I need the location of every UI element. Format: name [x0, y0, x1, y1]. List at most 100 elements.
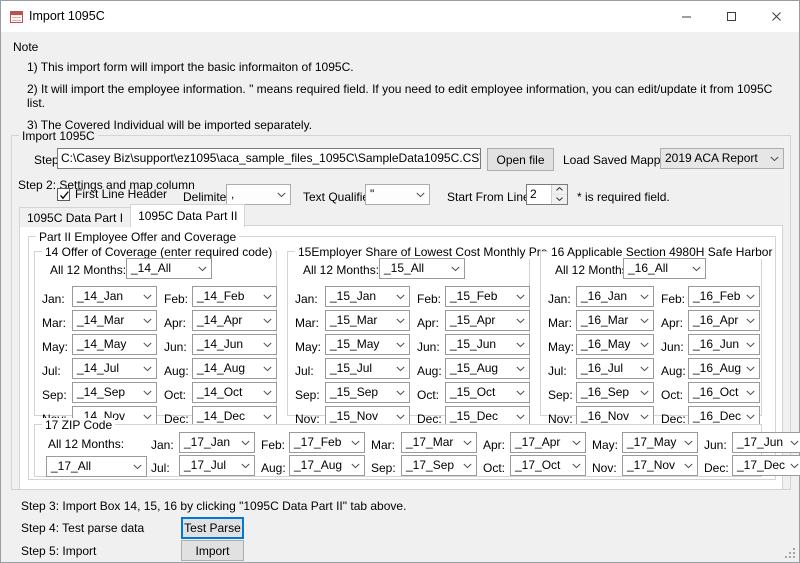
first-line-header-label: First Line Header — [75, 187, 167, 201]
start-from-line-stepper[interactable]: 2 — [526, 184, 568, 205]
group-14-select-jan[interactable]: _14_Jan — [72, 286, 157, 307]
group-16-select-mar[interactable]: _16_Mar — [576, 310, 654, 331]
zip-select-jan[interactable]: _17_Jan — [179, 432, 255, 453]
group-14-select-feb[interactable]: _14_Feb — [192, 286, 277, 307]
group-15-select-jan[interactable]: _15_Jan — [325, 286, 410, 307]
zip-select-aug[interactable]: _17_Aug — [289, 455, 365, 476]
group-16-select-feb[interactable]: _16_Feb — [688, 286, 760, 307]
group-16-select-aug[interactable]: _16_Aug — [688, 358, 760, 379]
group-15-value-sep: _15_Sep — [326, 383, 392, 402]
group-15-select-apr[interactable]: _15_Apr — [445, 310, 530, 331]
close-button[interactable] — [754, 1, 799, 32]
group-16-select-jun[interactable]: _16_Jun — [688, 334, 760, 355]
group-16-label-sep: Sep: — [548, 388, 573, 402]
load-saved-mapping-select[interactable]: 2019 ACA Report — [660, 148, 784, 169]
group-14-value-jun: _14_Jun — [193, 335, 259, 354]
chevron-down-icon — [392, 390, 409, 396]
chevron-down-icon — [459, 463, 476, 469]
stepper-up-icon[interactable] — [552, 185, 567, 195]
group-14-select-aug[interactable]: _14_Aug — [192, 358, 277, 379]
group-14-value-sep: _14_Sep — [73, 383, 139, 402]
group-15-select-aug[interactable]: _15_Aug — [445, 358, 530, 379]
group-14-all-months-select[interactable]: _14_All — [126, 258, 212, 279]
group-14-select-oct[interactable]: _14_Oct — [192, 382, 277, 403]
group-16-all-months-select[interactable]: _16_All — [623, 258, 706, 279]
zip-label-jul: Jul: — [151, 461, 170, 475]
stepper-buttons[interactable] — [551, 185, 567, 204]
group-16-value-jun: _16_Jun — [689, 335, 742, 354]
group-16-all-months-label: All 12 Months: — [555, 263, 631, 277]
group-16-select-apr[interactable]: _16_Apr — [688, 310, 760, 331]
group-16-select-jul[interactable]: _16_Jul — [576, 358, 654, 379]
group-15-select-jul[interactable]: _15_Jul — [325, 358, 410, 379]
zip-value-jan: _17_Jan — [180, 433, 237, 452]
zip-select-jul[interactable]: _17_Jul — [179, 455, 255, 476]
chevron-down-icon — [259, 342, 276, 348]
file-path-input[interactable]: C:\Casey Biz\support\ez1095\aca_sample_f… — [57, 148, 481, 169]
group-14-label-sep: Sep: — [42, 388, 67, 402]
chevron-down-icon — [129, 464, 146, 470]
maximize-button[interactable] — [709, 1, 754, 32]
zip-select-jun[interactable]: _17_Jun — [732, 432, 800, 453]
text-qualifier-value: " — [366, 185, 412, 204]
resize-grip[interactable] — [785, 548, 797, 560]
window-controls — [664, 1, 799, 32]
group-15-select-feb[interactable]: _15_Feb — [445, 286, 530, 307]
group-16-value-mar: _16_Mar — [577, 311, 636, 330]
zip-select-may[interactable]: _17_May — [622, 432, 698, 453]
step5-label: Step 5: Import — [21, 544, 96, 558]
text-qualifier-select[interactable]: " — [365, 184, 430, 205]
group-16-select-may[interactable]: _16_May — [576, 334, 654, 355]
first-line-header-checkbox[interactable]: First Line Header — [57, 187, 167, 201]
delimiter-select[interactable]: , — [226, 184, 291, 205]
dialog-body: Note 1) This import form will import the… — [1, 32, 799, 562]
chevron-down-icon — [194, 266, 211, 272]
note-section: Note 1) This import form will import the… — [1, 32, 799, 137]
chevron-down-icon — [259, 318, 276, 324]
group-16-select-jan[interactable]: _16_Jan — [576, 286, 654, 307]
tab-strip: 1095C Data Part I 1095C Data Part II — [19, 204, 244, 227]
window-title: Import 1095C — [29, 1, 105, 32]
group-16-select-sep[interactable]: _16_Sep — [576, 382, 654, 403]
group-15-select-mar[interactable]: _15_Mar — [325, 310, 410, 331]
group-15-all-months-select[interactable]: _15_All — [379, 258, 465, 279]
zip-select-nov[interactable]: _17_Nov — [622, 455, 698, 476]
group-16-value-aug: _16_Aug — [689, 359, 742, 378]
zip-all-months-select[interactable]: _17_All — [46, 456, 147, 477]
zip-select-dec[interactable]: _17_Dec — [732, 455, 800, 476]
group-16-label-aug: Aug: — [661, 364, 686, 378]
chevron-down-icon — [259, 390, 276, 396]
open-file-button[interactable]: Open file — [487, 148, 554, 171]
group-16-select-oct[interactable]: _16_Oct — [688, 382, 760, 403]
group-14-legend: 14 Offer of Coverage (enter required cod… — [42, 245, 275, 259]
chevron-down-icon — [392, 414, 409, 420]
tab-1095c-data-part-i[interactable]: 1095C Data Part I — [19, 207, 131, 227]
group-14-select-mar[interactable]: _14_Mar — [72, 310, 157, 331]
group-16-label-jan: Jan: — [548, 292, 571, 306]
zip-select-feb[interactable]: _17_Feb — [289, 432, 365, 453]
group-14-select-jul[interactable]: _14_Jul — [72, 358, 157, 379]
tab-panel-part-ii: Part II Employee Offer and Coverage 14 O… — [19, 225, 783, 490]
tab-1095c-data-part-ii[interactable]: 1095C Data Part II — [130, 204, 245, 227]
group-14-select-may[interactable]: _14_May — [72, 334, 157, 355]
chevron-down-icon — [259, 366, 276, 372]
minimize-button[interactable] — [664, 1, 709, 32]
zip-select-oct[interactable]: _17_Oct — [510, 455, 586, 476]
group-14-select-jun[interactable]: _14_Jun — [192, 334, 277, 355]
zip-select-sep[interactable]: _17_Sep — [401, 455, 477, 476]
group-14-select-sep[interactable]: _14_Sep — [72, 382, 157, 403]
group-15-select-oct[interactable]: _15_Oct — [445, 382, 530, 403]
test-parse-button[interactable]: Test Parse — [181, 517, 244, 539]
import-button[interactable]: Import — [181, 540, 244, 561]
group-15-select-sep[interactable]: _15_Sep — [325, 382, 410, 403]
group-15-select-may[interactable]: _15_May — [325, 334, 410, 355]
zip-select-mar[interactable]: _17_Mar — [401, 432, 477, 453]
group-15-select-jun[interactable]: _15_Jun — [445, 334, 530, 355]
stepper-down-icon[interactable] — [552, 195, 567, 205]
chevron-down-icon — [139, 318, 156, 324]
zip-select-apr[interactable]: _17_Apr — [510, 432, 586, 453]
chevron-down-icon — [139, 294, 156, 300]
checkbox-box — [57, 188, 70, 201]
chevron-down-icon — [636, 390, 653, 396]
group-14-select-apr[interactable]: _14_Apr — [192, 310, 277, 331]
